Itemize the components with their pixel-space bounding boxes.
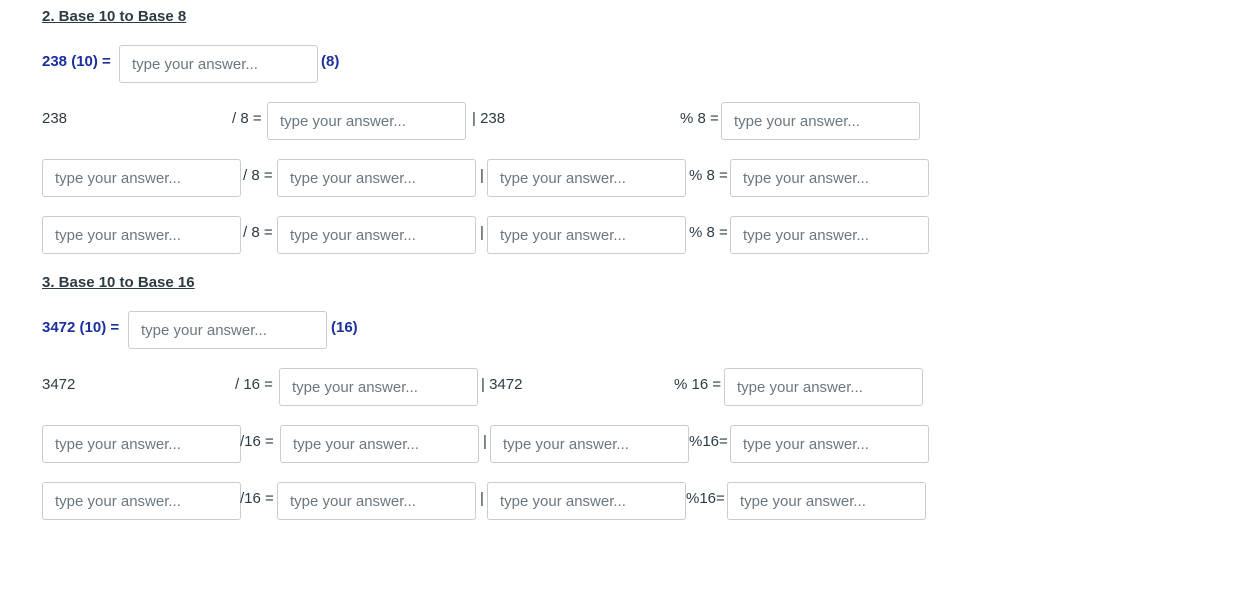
base8-remainder-dividend-label: | 238 (472, 110, 506, 127)
separator-bar: | (480, 167, 484, 184)
base8-mod-dividend-input-2[interactable] (487, 159, 686, 197)
base8-mod-dividend-input-3[interactable] (487, 216, 686, 254)
base16-remainder-input-1[interactable] (724, 368, 923, 406)
separator-bar: | (483, 433, 487, 450)
base16-remainder-input-2[interactable] (730, 425, 929, 463)
base8-prompt-label: 238 (10) = (42, 53, 111, 70)
base16-final-answer-input[interactable] (128, 311, 327, 349)
base16-divide-operator: /16 = (240, 490, 274, 507)
base16-quotient-input-2[interactable] (280, 425, 479, 463)
base8-divide-operator: / 8 = (243, 167, 273, 184)
base8-quotient-input-2[interactable] (277, 159, 476, 197)
base16-divide-operator: / 16 = (235, 376, 273, 393)
base16-dividend-label: 3472 (42, 376, 76, 393)
base16-quotient-input-1[interactable] (279, 368, 478, 406)
base8-suffix-label: (8) (321, 53, 340, 70)
base8-dividend-label: 238 (42, 110, 68, 127)
section-3-heading: 3. Base 10 to Base 16 (42, 274, 195, 291)
base16-mod-operator: %16= (689, 433, 728, 450)
base16-remainder-dividend-label: | 3472 (481, 376, 523, 393)
base8-remainder-input-1[interactable] (721, 102, 920, 140)
base8-divide-operator: / 8 = (243, 224, 273, 241)
base16-mod-operator: %16= (686, 490, 725, 507)
base8-remainder-input-2[interactable] (730, 159, 929, 197)
base8-dividend-input-2[interactable] (42, 159, 241, 197)
base8-quotient-input-1[interactable] (267, 102, 466, 140)
base8-mod-operator: % 8 = (689, 224, 728, 241)
base16-mod-dividend-input-3[interactable] (487, 482, 686, 520)
base16-remainder-input-3[interactable] (727, 482, 926, 520)
base16-prompt-label: 3472 (10) = (42, 319, 120, 336)
separator-bar: | (480, 490, 484, 507)
base8-dividend-input-3[interactable] (42, 216, 241, 254)
base16-dividend-input-2[interactable] (42, 425, 241, 463)
base8-quotient-input-3[interactable] (277, 216, 476, 254)
base8-final-answer-input[interactable] (119, 45, 318, 83)
base8-mod-operator: % 8 = (689, 167, 728, 184)
base8-divide-operator: / 8 = (232, 110, 262, 127)
base16-suffix-label: (16) (331, 319, 358, 336)
base8-remainder-input-3[interactable] (730, 216, 929, 254)
base16-dividend-input-3[interactable] (42, 482, 241, 520)
base8-mod-operator: % 8 = (680, 110, 719, 127)
base16-quotient-input-3[interactable] (277, 482, 476, 520)
base16-mod-operator: % 16 = (674, 376, 722, 393)
base16-mod-dividend-input-2[interactable] (490, 425, 689, 463)
base16-divide-operator: /16 = (240, 433, 274, 450)
separator-bar: | (480, 224, 484, 241)
section-2-heading: 2. Base 10 to Base 8 (42, 8, 187, 25)
